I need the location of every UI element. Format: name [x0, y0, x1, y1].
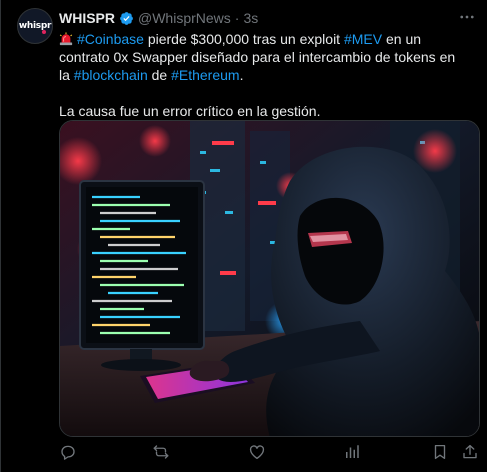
- hacker-illustration: [60, 121, 479, 436]
- more-icon[interactable]: [457, 8, 477, 26]
- reply-button[interactable]: [59, 444, 77, 464]
- avatar-logo-text: whispr: [18, 21, 52, 31]
- tweet-text-segment: pierde $300,000 tras un exploit: [143, 31, 344, 47]
- timestamp[interactable]: 3s: [243, 10, 258, 26]
- siren-icon: [59, 32, 73, 46]
- hashtag-mev[interactable]: #MEV: [344, 31, 382, 47]
- separator-dot: ·: [234, 10, 240, 26]
- tweet[interactable]: whispr WHISPR @WhisprNews · 3s #Coinbase…: [0, 0, 487, 472]
- avatar[interactable]: whispr: [17, 8, 53, 44]
- repost-button[interactable]: [152, 444, 170, 464]
- tweet-header: WHISPR @WhisprNews · 3s: [59, 9, 258, 27]
- display-name[interactable]: WHISPR: [59, 10, 115, 26]
- like-button[interactable]: [248, 444, 266, 464]
- tweet-paragraph-1: #Coinbase pierde $300,000 tras un exploi…: [59, 30, 469, 84]
- bookmark-button[interactable]: [431, 444, 449, 464]
- views-icon: [343, 443, 361, 466]
- views-button[interactable]: [343, 444, 361, 464]
- hashtag-blockchain[interactable]: #blockchain: [74, 67, 148, 83]
- reply-icon: [59, 443, 77, 466]
- action-bar: [59, 444, 480, 464]
- share-icon: [461, 443, 479, 466]
- like-icon: [248, 443, 266, 466]
- hashtag-coinbase[interactable]: #Coinbase: [77, 31, 144, 47]
- share-button[interactable]: [461, 444, 479, 464]
- tweet-text: #Coinbase pierde $300,000 tras un exploi…: [59, 30, 469, 120]
- verified-badge-icon[interactable]: [119, 11, 134, 26]
- tweet-text-segment: de: [147, 67, 172, 83]
- handle[interactable]: @WhisprNews: [138, 10, 231, 26]
- repost-icon: [152, 443, 170, 466]
- hashtag-ethereum[interactable]: #Ethereum: [171, 67, 239, 83]
- media-image[interactable]: [59, 120, 480, 437]
- tweet-paragraph-2: La causa fue un error crítico en la gest…: [59, 103, 321, 119]
- tweet-text-segment: .: [239, 67, 244, 83]
- bookmark-icon: [431, 443, 449, 466]
- avatar-logo-dot: [42, 30, 46, 34]
